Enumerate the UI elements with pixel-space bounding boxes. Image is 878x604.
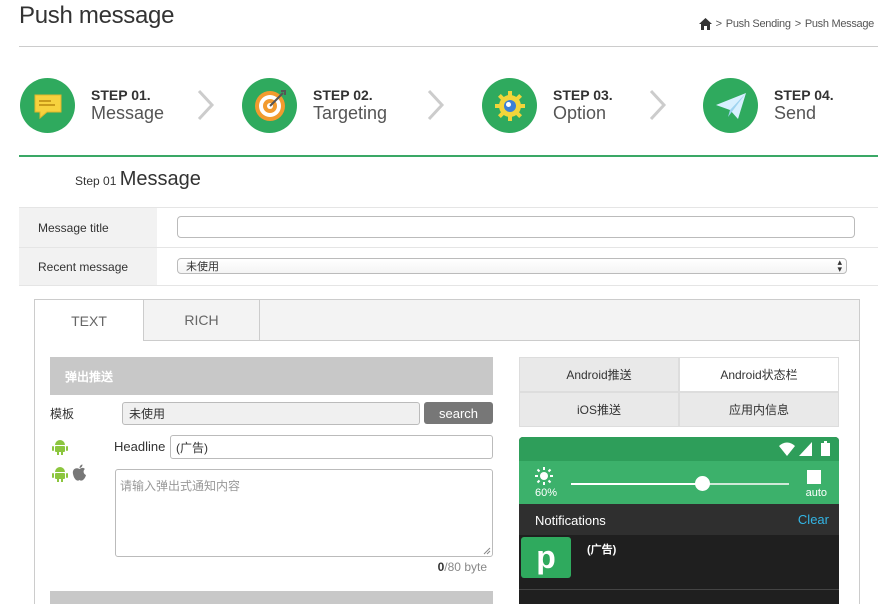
brightness-slider-fill <box>571 483 702 485</box>
message-title-row: Message title <box>19 207 878 247</box>
section-heading: Message <box>119 168 201 190</box>
step-number: STEP 01. <box>91 87 151 104</box>
chevron-right-icon <box>197 89 215 121</box>
step-number: STEP 02. <box>313 87 373 104</box>
status-bar <box>519 437 839 461</box>
brightness-icon <box>535 467 553 485</box>
tab-rich[interactable]: RICH <box>144 300 260 340</box>
app-icon-letter: p <box>536 539 556 575</box>
popup-push-heading: 弹出推送 <box>50 357 493 395</box>
headline-label: Headline <box>114 439 166 454</box>
content-textarea[interactable]: 请输入弹出式通知内容 <box>115 469 493 557</box>
recent-message-label: Recent message <box>19 248 157 285</box>
tab-text[interactable]: TEXT <box>35 300 144 341</box>
message-title-label: Message title <box>19 208 157 247</box>
breadcrumb-push-message[interactable]: Push Message <box>805 18 874 30</box>
step-message[interactable]: STEP 01. Message <box>20 78 164 133</box>
recent-message-row: Recent message 未使用 ▴ ▾ <box>19 247 878 286</box>
message-title-input[interactable] <box>177 216 855 238</box>
steps-divider <box>19 155 878 157</box>
step-icon-circle <box>703 78 758 133</box>
next-section-heading <box>50 591 493 604</box>
step-send[interactable]: STEP 04. Send <box>703 78 834 133</box>
android-icon <box>52 440 68 455</box>
android-icon <box>52 467 68 482</box>
step-targeting[interactable]: STEP 02. Targeting <box>242 78 387 133</box>
platform-tab-android-statusbar[interactable]: Android状态栏 <box>679 357 839 392</box>
step-number: STEP 03. <box>553 87 613 104</box>
step-icon-circle <box>482 78 537 133</box>
step-number: STEP 04. <box>774 87 834 104</box>
step-name: Targeting <box>313 103 388 124</box>
message-bubble-icon <box>34 94 61 119</box>
breadcrumb-separator: > <box>715 18 722 30</box>
brightness-slider[interactable] <box>571 476 789 491</box>
platform-tab-in-app[interactable]: 应用内信息 <box>679 392 839 427</box>
signal-icon <box>799 442 812 456</box>
chevron-right-icon <box>427 89 445 121</box>
auto-brightness-checkbox[interactable] <box>807 470 821 484</box>
step-icon-circle <box>242 78 297 133</box>
breadcrumb-separator: > <box>794 18 801 30</box>
template-label: 模板 <box>50 407 75 421</box>
content-tabs: TEXT RICH <box>35 300 859 341</box>
apple-icon <box>72 464 86 481</box>
wifi-icon <box>779 442 795 456</box>
android-preview: 60% auto Notifications Clear p (广告) <box>519 437 839 604</box>
template-select[interactable]: 未使用 <box>122 402 420 425</box>
byte-limit: /80 byte <box>444 560 487 574</box>
select-arrows-icon: ▴ ▾ <box>837 257 842 274</box>
headline-input[interactable]: (广告) <box>170 435 493 459</box>
gear-icon <box>494 90 525 121</box>
step-icon-circle <box>20 78 75 133</box>
section-prefix: Step 01 <box>75 174 117 188</box>
content-placeholder: 请输入弹出式通知内容 <box>120 479 241 493</box>
brightness-percent: 60% <box>535 487 558 499</box>
paper-plane-icon <box>715 92 746 119</box>
home-icon[interactable] <box>698 18 712 30</box>
section-title: Step 01 Message <box>75 168 201 191</box>
clear-button[interactable]: Clear <box>798 512 829 527</box>
quick-settings: 60% auto <box>519 461 839 504</box>
recent-message-select[interactable]: 未使用 ▴ ▾ <box>177 258 847 274</box>
platform-tab-android-push[interactable]: Android推送 <box>519 357 679 392</box>
step-name: Message <box>91 103 165 124</box>
search-button[interactable]: search <box>424 402 493 424</box>
breadcrumb-push-sending[interactable]: Push Sending <box>726 18 791 30</box>
notifications-header: Notifications Clear <box>519 504 839 535</box>
step-name: Send <box>774 103 817 124</box>
battery-icon <box>821 441 830 456</box>
page-title: Push message <box>19 2 175 29</box>
notification-item[interactable]: p (广告) <box>519 535 839 590</box>
step-name: Option <box>553 103 607 124</box>
auto-label: auto <box>805 487 827 499</box>
step-option[interactable]: STEP 03. Option <box>482 78 613 133</box>
byte-counter: 0/80 byte <box>400 560 487 574</box>
app-icon: p <box>521 537 571 578</box>
chevron-right-icon <box>649 89 667 121</box>
platform-tab-ios-push[interactable]: iOS推送 <box>519 392 679 427</box>
header-divider <box>19 46 878 47</box>
brightness-slider-knob[interactable] <box>694 476 710 491</box>
resize-handle-icon[interactable] <box>483 547 491 555</box>
target-icon <box>254 89 286 121</box>
template-value: 未使用 <box>129 407 166 421</box>
notification-text: (广告) <box>587 544 617 556</box>
breadcrumb: > Push Sending > Push Message <box>698 18 874 30</box>
notifications-title: Notifications <box>535 513 606 528</box>
recent-message-value: 未使用 <box>186 261 219 273</box>
